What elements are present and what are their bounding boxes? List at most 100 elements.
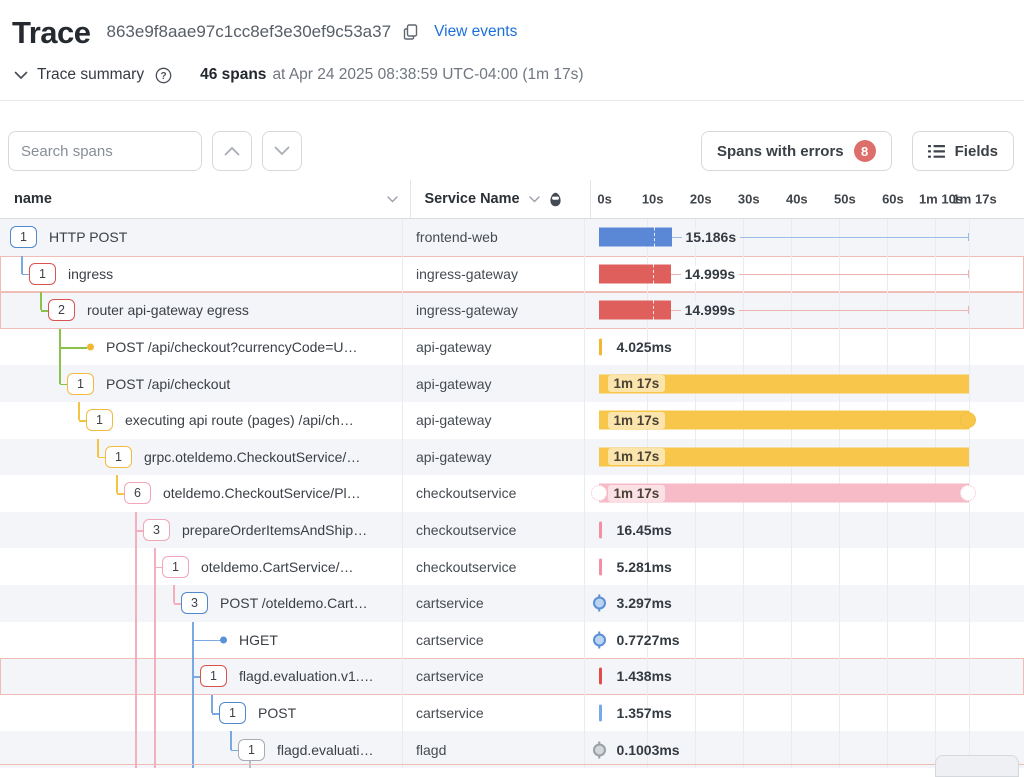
span-waterfall-cell: 1m 17s [584, 365, 1024, 402]
span-name: HTTP POST [49, 229, 127, 245]
span-row[interactable]: 1executing api route (pages) /api/ch…api… [0, 402, 1024, 439]
span-count-badge[interactable]: 1 [200, 665, 227, 687]
duration-bar[interactable]: 1m 17s [599, 411, 969, 430]
leaf-dot [220, 636, 227, 643]
duration-tick[interactable] [599, 705, 603, 722]
duration-tick[interactable] [599, 339, 603, 356]
span-row[interactable]: 1flagd.evaluati…flagd0.1003ms [0, 731, 1024, 768]
search-input[interactable] [8, 131, 202, 171]
gridline [791, 658, 792, 695]
span-row[interactable]: 1HTTP POSTfrontend-web15.186s [0, 219, 1024, 256]
duration-tick[interactable] [599, 558, 603, 575]
event-marker[interactable] [593, 633, 606, 646]
span-waterfall-cell: 1m 17s [584, 439, 1024, 476]
duration-bar[interactable] [599, 264, 671, 283]
event-marker[interactable] [593, 743, 606, 756]
column-header-service[interactable]: Service Name [410, 180, 589, 218]
bottom-overlay-button[interactable] [935, 755, 1019, 777]
duration-label: 1.357ms [613, 705, 676, 721]
gridline [969, 548, 970, 585]
duration-label: 0.7727ms [613, 632, 684, 648]
span-count-badge[interactable]: 1 [238, 739, 265, 761]
trace-grid: name Service Name 0s10s20s30s40s50s60s1m… [0, 180, 1024, 767]
span-name-cell: 1 grpc.oteldemo.CheckoutService/… [0, 439, 402, 476]
span-count-badge[interactable]: 1 [162, 556, 189, 578]
service-name-cell: flagd [402, 731, 584, 768]
span-count-badge[interactable]: 1 [219, 702, 246, 724]
duration-bar[interactable] [599, 228, 672, 247]
span-count-badge[interactable]: 1 [29, 263, 56, 285]
span-row[interactable]: HGETcartservice0.7727ms [0, 622, 1024, 659]
axis-tick-label: 30s [738, 192, 760, 207]
tree-line [154, 658, 156, 695]
copy-trace-id-button[interactable] [401, 22, 420, 42]
span-row[interactable]: 1ingressingress-gateway14.999s [0, 256, 1024, 293]
span-waterfall-cell: 1.357ms [584, 695, 1024, 732]
duration-bar[interactable]: 1m 17s [599, 484, 969, 503]
span-name-cell: 2router api-gateway egress [0, 292, 402, 329]
span-row[interactable]: 1POST /api/checkoutapi-gateway1m 17s [0, 365, 1024, 402]
gridline [839, 329, 840, 366]
span-count-badge[interactable]: 1 [67, 373, 94, 395]
spans-with-errors-button[interactable]: Spans with errors 8 [701, 131, 892, 171]
service-name: cartservice [416, 668, 484, 684]
span-name-cell: 1 HTTP POST [0, 219, 402, 256]
span-row[interactable]: 3prepareOrderItemsAndShip…checkoutservic… [0, 512, 1024, 549]
span-count-badge[interactable]: 1 [10, 226, 37, 248]
prev-match-button[interactable] [212, 131, 252, 171]
span-waterfall-cell: 14.999s [584, 292, 1024, 329]
span-name-cell: HGET [0, 622, 402, 659]
span-name: HGET [239, 632, 278, 648]
span-name: POST /api/checkout?currencyCode=U… [106, 339, 357, 355]
span-row[interactable]: POST /api/checkout?currencyCode=U… api-ga… [0, 329, 1024, 366]
gridline [791, 548, 792, 585]
event-marker[interactable] [593, 597, 606, 610]
span-row[interactable]: 1flagd.evaluation.v1.…cartservice1.438ms [0, 658, 1024, 695]
span-row[interactable]: 6oteldemo.CheckoutService/Pl…checkoutser… [0, 475, 1024, 512]
span-name: grpc.oteldemo.CheckoutService/… [144, 449, 360, 465]
span-name: ingress [68, 266, 113, 282]
trace-summary-toggle[interactable]: Trace summary ? [14, 66, 172, 84]
duration-bar[interactable]: 1m 17s [599, 447, 969, 466]
span-name: oteldemo.CheckoutService/Pl… [163, 485, 361, 501]
span-count-badge[interactable]: 3 [143, 519, 170, 541]
duration-tick[interactable] [599, 668, 603, 685]
span-row[interactable]: 3POST /oteldemo.Cart…cartservice3.297ms [0, 585, 1024, 622]
duration-bar[interactable]: 1m 17s [599, 374, 969, 393]
span-count-badge[interactable]: 1 [86, 409, 113, 431]
span-row[interactable]: 1POSTcartservice1.357ms [0, 695, 1024, 732]
span-row[interactable]: 1 grpc.oteldemo.CheckoutService/… api-gate… [0, 439, 1024, 476]
chevron-down-icon[interactable] [529, 196, 540, 203]
bar-end-circle [960, 412, 976, 428]
tree-line [154, 695, 156, 732]
tree-connector [78, 402, 80, 420]
gridline [969, 695, 970, 732]
service-name-cell: api-gateway [402, 439, 584, 476]
summary-timestamp: at Apr 24 2025 08:38:59 UTC-04:00 (1m 17… [272, 66, 583, 84]
trace-id: 863e9f8aae97c1cc8ef3e30ef9c53a37 [107, 22, 392, 42]
service-name-cell: api-gateway [402, 329, 584, 366]
tree-line [135, 622, 137, 659]
duration-label: 1m 17s [608, 485, 666, 502]
axis-tick-label: 1m 17s [953, 192, 997, 207]
span-count-badge[interactable]: 1 [105, 446, 132, 468]
service-name-cell: ingress-gateway [402, 256, 584, 293]
duration-label: 1m 17s [608, 448, 666, 465]
duration-tick[interactable] [599, 522, 603, 539]
help-icon[interactable]: ? [155, 67, 172, 84]
span-row[interactable]: 1oteldemo.CartService/…checkoutservice5.… [0, 548, 1024, 585]
chevron-down-icon[interactable] [387, 196, 398, 203]
fields-button[interactable]: Fields [912, 131, 1014, 171]
column-header-name[interactable]: name [0, 180, 410, 218]
service-color-icon[interactable] [549, 192, 562, 207]
duration-bar[interactable] [599, 301, 671, 320]
span-count-badge[interactable]: 3 [181, 592, 208, 614]
span-count-badge[interactable]: 6 [124, 482, 151, 504]
span-count-badge[interactable]: 2 [48, 299, 75, 321]
span-name-cell: 1executing api route (pages) /api/ch… [0, 402, 402, 439]
view-events-link[interactable]: View events [434, 23, 517, 41]
span-name-cell: 6 oteldemo.CheckoutService/Pl… [0, 475, 402, 512]
next-match-button[interactable] [262, 131, 302, 171]
tree-connector [211, 695, 213, 713]
span-row[interactable]: 2router api-gateway egressingress-gatewa… [0, 292, 1024, 329]
